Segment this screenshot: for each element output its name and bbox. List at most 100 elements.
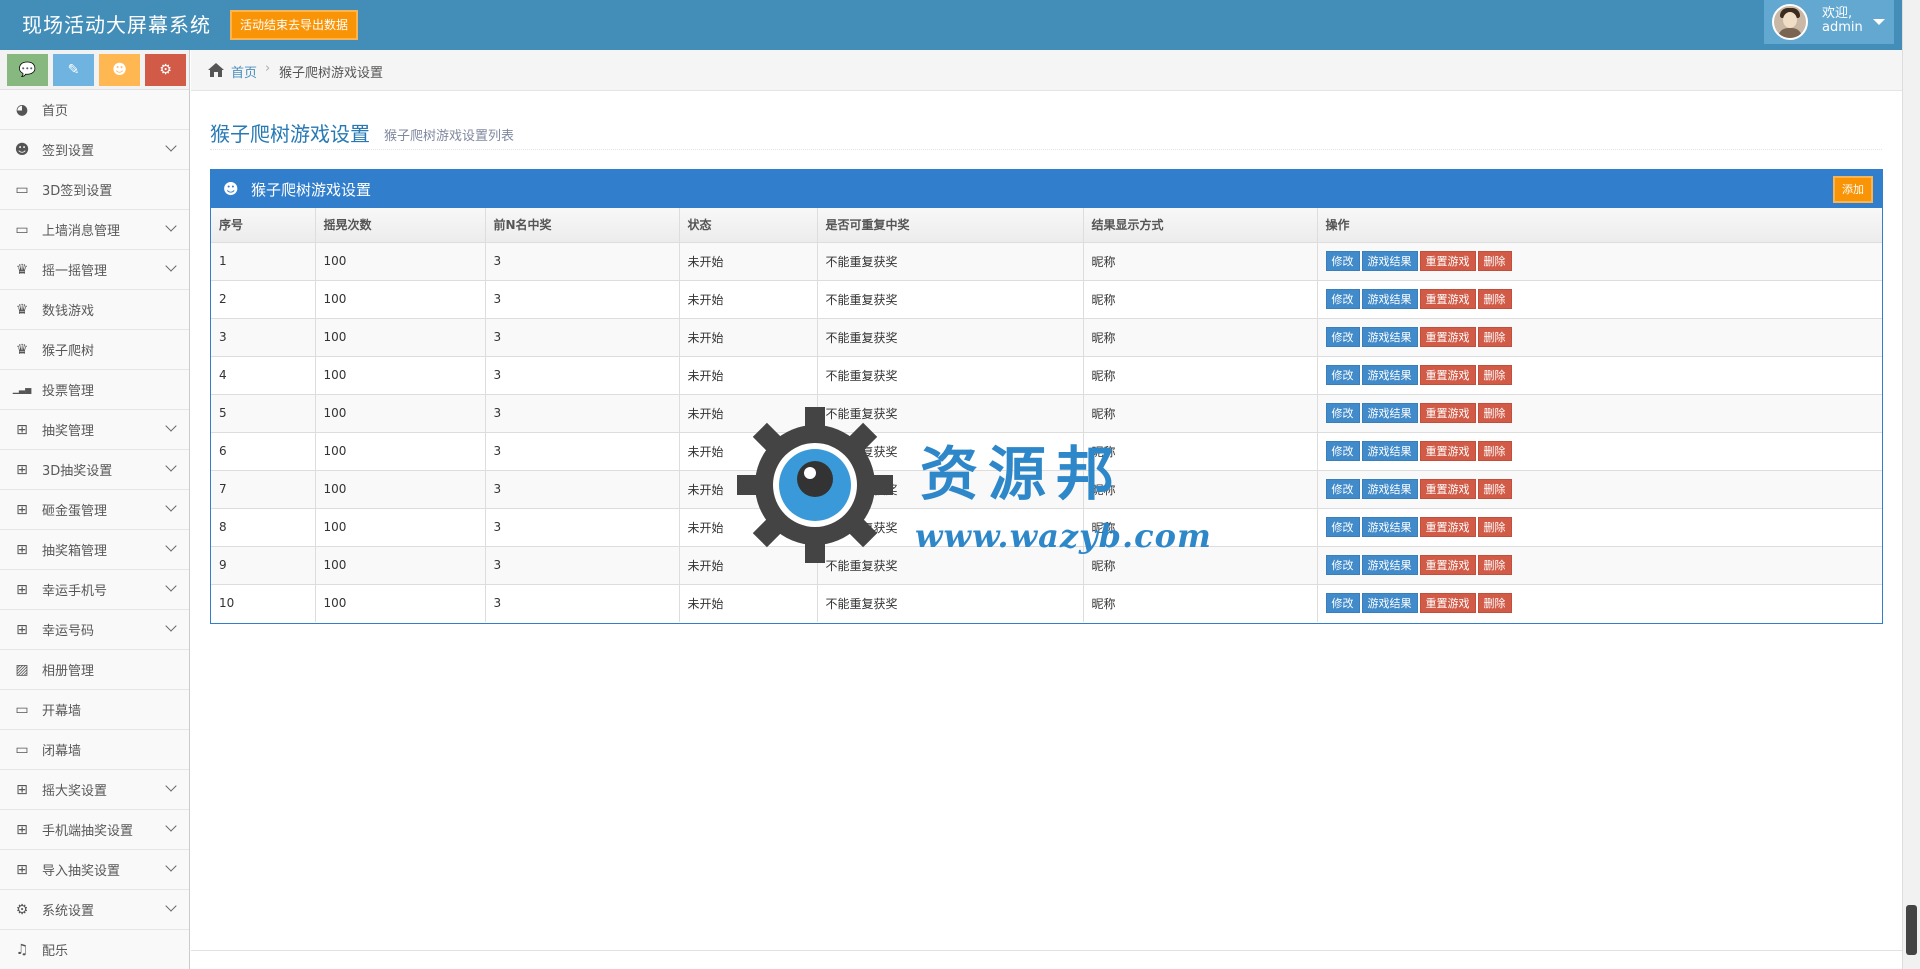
table-body: 1 100 3 未开始 不能重复获奖 昵称 修改 游戏结果 重置游戏 删除 2 100 3 未开始 不能重复… (211, 242, 1882, 622)
delete-button[interactable]: 删除 (1477, 517, 1512, 537)
game-result-button[interactable]: 游戏结果 (1361, 289, 1418, 309)
sidebar-item-21[interactable]: ♫ 配乐 (0, 930, 189, 969)
game-result-button[interactable]: 游戏结果 (1361, 251, 1418, 271)
sidebar-item-16[interactable]: ▭ 闭幕墙 (0, 730, 189, 770)
shortcut-button-cogs[interactable]: ⚙ (145, 54, 186, 86)
settings-table-panel: ☻ 猴子爬树游戏设置 添加 序号 摇晃次数 前N名中奖 状态 是否可重复中奖 结果显示方式… (210, 169, 1883, 624)
edit-button[interactable]: 修改 (1325, 327, 1360, 347)
sidebar-item-3[interactable]: ▭ 上墙消息管理 (0, 210, 189, 250)
edit-button[interactable]: 修改 (1325, 365, 1360, 385)
delete-button[interactable]: 删除 (1477, 441, 1512, 461)
table-cell: 未开始 (679, 242, 818, 281)
sidebar-item-2[interactable]: ▭ 3D签到设置 (0, 170, 189, 210)
sidebar-item-1[interactable]: ☻ 签到设置 (0, 130, 189, 170)
add-button[interactable]: 添加 (1833, 176, 1873, 203)
reset-game-button[interactable]: 重置游戏 (1419, 289, 1476, 309)
reset-game-button[interactable]: 重置游戏 (1419, 441, 1476, 461)
shortcut-button-pencil[interactable]: ✎ (53, 54, 94, 86)
sidebar-item-label: 系统设置 (42, 904, 95, 919)
user-menu[interactable]: 欢迎, admin (1764, 0, 1894, 44)
sidebar-item-13[interactable]: ⊞ 幸运号码 (0, 610, 189, 650)
export-data-button[interactable]: 活动结束去导出数据 (230, 10, 359, 40)
scrollbar-thumb[interactable] (1906, 905, 1917, 955)
game-result-button[interactable]: 游戏结果 (1361, 441, 1418, 461)
music-icon: ♫ (15, 941, 29, 958)
chevron-down-icon (165, 860, 177, 872)
sidebar-item-18[interactable]: ⊞ 手机端抽奖设置 (0, 810, 189, 850)
page-scrollbar[interactable] (1902, 0, 1920, 969)
game-result-button[interactable]: 游戏结果 (1361, 593, 1418, 614)
sidebar-item-11[interactable]: ⊞ 抽奖箱管理 (0, 530, 189, 570)
delete-button[interactable]: 删除 (1477, 555, 1512, 575)
chevron-down-icon (165, 620, 177, 632)
sidebar-item-4[interactable]: ♛ 摇一摇管理 (0, 250, 189, 290)
delete-button[interactable]: 删除 (1477, 479, 1512, 499)
sidebar-item-label: 投票管理 (42, 384, 95, 399)
game-result-button[interactable]: 游戏结果 (1361, 555, 1418, 575)
edit-button[interactable]: 修改 (1325, 517, 1360, 537)
game-result-button[interactable]: 游戏结果 (1361, 327, 1418, 347)
edit-button[interactable]: 修改 (1325, 555, 1360, 575)
game-result-button[interactable]: 游戏结果 (1361, 365, 1418, 385)
sidebar-item-label: 数钱游戏 (42, 304, 95, 319)
table-cell: 不能重复获奖 (817, 432, 1084, 471)
reset-game-button[interactable]: 重置游戏 (1419, 365, 1476, 385)
edit-button[interactable]: 修改 (1325, 289, 1360, 309)
sidebar-item-14[interactable]: ▨ 相册管理 (0, 650, 189, 690)
delete-button[interactable]: 删除 (1477, 365, 1512, 385)
breadcrumb-home-link[interactable]: 首页 (231, 62, 257, 81)
reset-game-button[interactable]: 重置游戏 (1419, 403, 1476, 423)
page-title: 猴子爬树游戏设置 (210, 122, 370, 146)
reset-game-button[interactable]: 重置游戏 (1419, 555, 1476, 575)
sidebar-item-12[interactable]: ⊞ 幸运手机号 (0, 570, 189, 610)
table-cell: 100 (315, 318, 486, 357)
sidebar-item-19[interactable]: ⊞ 导入抽奖设置 (0, 850, 189, 890)
table-row: 10 100 3 未开始 不能重复获奖 昵称 修改 游戏结果 重置游戏 删除 (211, 584, 1882, 622)
game-result-button[interactable]: 游戏结果 (1361, 403, 1418, 423)
game-result-button[interactable]: 游戏结果 (1361, 517, 1418, 537)
sidebar-item-6[interactable]: ♛ 猴子爬树 (0, 330, 189, 370)
edit-button[interactable]: 修改 (1325, 251, 1360, 271)
sidebar-item-5[interactable]: ♛ 数钱游戏 (0, 290, 189, 330)
sidebar-item-8[interactable]: ⊞ 抽奖管理 (0, 410, 189, 450)
breadcrumb-separator: › (265, 61, 271, 76)
sidebar-item-15[interactable]: ▭ 开幕墙 (0, 690, 189, 730)
sidebar-item-label: 手机端抽奖设置 (42, 824, 134, 839)
table-cell: 5 (211, 394, 316, 433)
edit-button[interactable]: 修改 (1325, 593, 1360, 614)
reset-game-button[interactable]: 重置游戏 (1419, 593, 1476, 614)
delete-button[interactable]: 删除 (1477, 403, 1512, 423)
gift-icon: ⊞ (16, 501, 28, 518)
sidebar-item-0[interactable]: ◕ 首页 (0, 90, 189, 130)
table-cell: 8 (211, 508, 316, 547)
table-row: 3 100 3 未开始 不能重复获奖 昵称 修改 游戏结果 重置游戏 删除 (211, 318, 1882, 357)
delete-button[interactable]: 删除 (1477, 327, 1512, 347)
edit-button[interactable]: 修改 (1325, 441, 1360, 461)
shortcut-button-users[interactable]: ☻ (99, 54, 140, 86)
shortcut-button-comment[interactable]: 💬 (7, 54, 48, 86)
app-brand[interactable]: 现场活动大屏幕系统 (22, 9, 211, 38)
sidebar-item-17[interactable]: ⊞ 摇大奖设置 (0, 770, 189, 810)
table-cell: 2 (211, 280, 316, 319)
table-cell: 未开始 (679, 470, 818, 509)
game-result-button[interactable]: 游戏结果 (1361, 479, 1418, 499)
reset-game-button[interactable]: 重置游戏 (1419, 479, 1476, 499)
edit-button[interactable]: 修改 (1325, 403, 1360, 423)
table-cell: 不能重复获奖 (817, 318, 1084, 357)
sidebar-shortcuts: 💬 ✎ ☻ ⚙ (0, 50, 189, 90)
reset-game-button[interactable]: 重置游戏 (1419, 251, 1476, 271)
delete-button[interactable]: 删除 (1477, 593, 1512, 614)
page-subtitle: 猴子爬树游戏设置列表 (384, 129, 515, 144)
delete-button[interactable]: 删除 (1477, 251, 1512, 271)
sidebar-item-10[interactable]: ⊞ 砸金蛋管理 (0, 490, 189, 530)
reset-game-button[interactable]: 重置游戏 (1419, 517, 1476, 537)
dashboard-icon: ◕ (15, 101, 29, 118)
sidebar-item-20[interactable]: ⚙ 系统设置 (0, 890, 189, 930)
sidebar-item-7[interactable]: ▁▃▅ 投票管理 (0, 370, 189, 410)
edit-button[interactable]: 修改 (1325, 479, 1360, 499)
delete-button[interactable]: 删除 (1477, 289, 1512, 309)
reset-game-button[interactable]: 重置游戏 (1419, 327, 1476, 347)
sidebar-item-9[interactable]: ⊞ 3D抽奖设置 (0, 450, 189, 490)
sidebar-item-label: 3D抽奖设置 (42, 464, 113, 479)
sidebar-menu: ◕ 首页 ☻ 签到设置 ▭ 3D签到设置 ▭ 上墙消息管理 ♛ 摇一摇管理 ♛ 数钱游戏 ♛ 猴子爬树 ▁▃… (0, 90, 189, 969)
